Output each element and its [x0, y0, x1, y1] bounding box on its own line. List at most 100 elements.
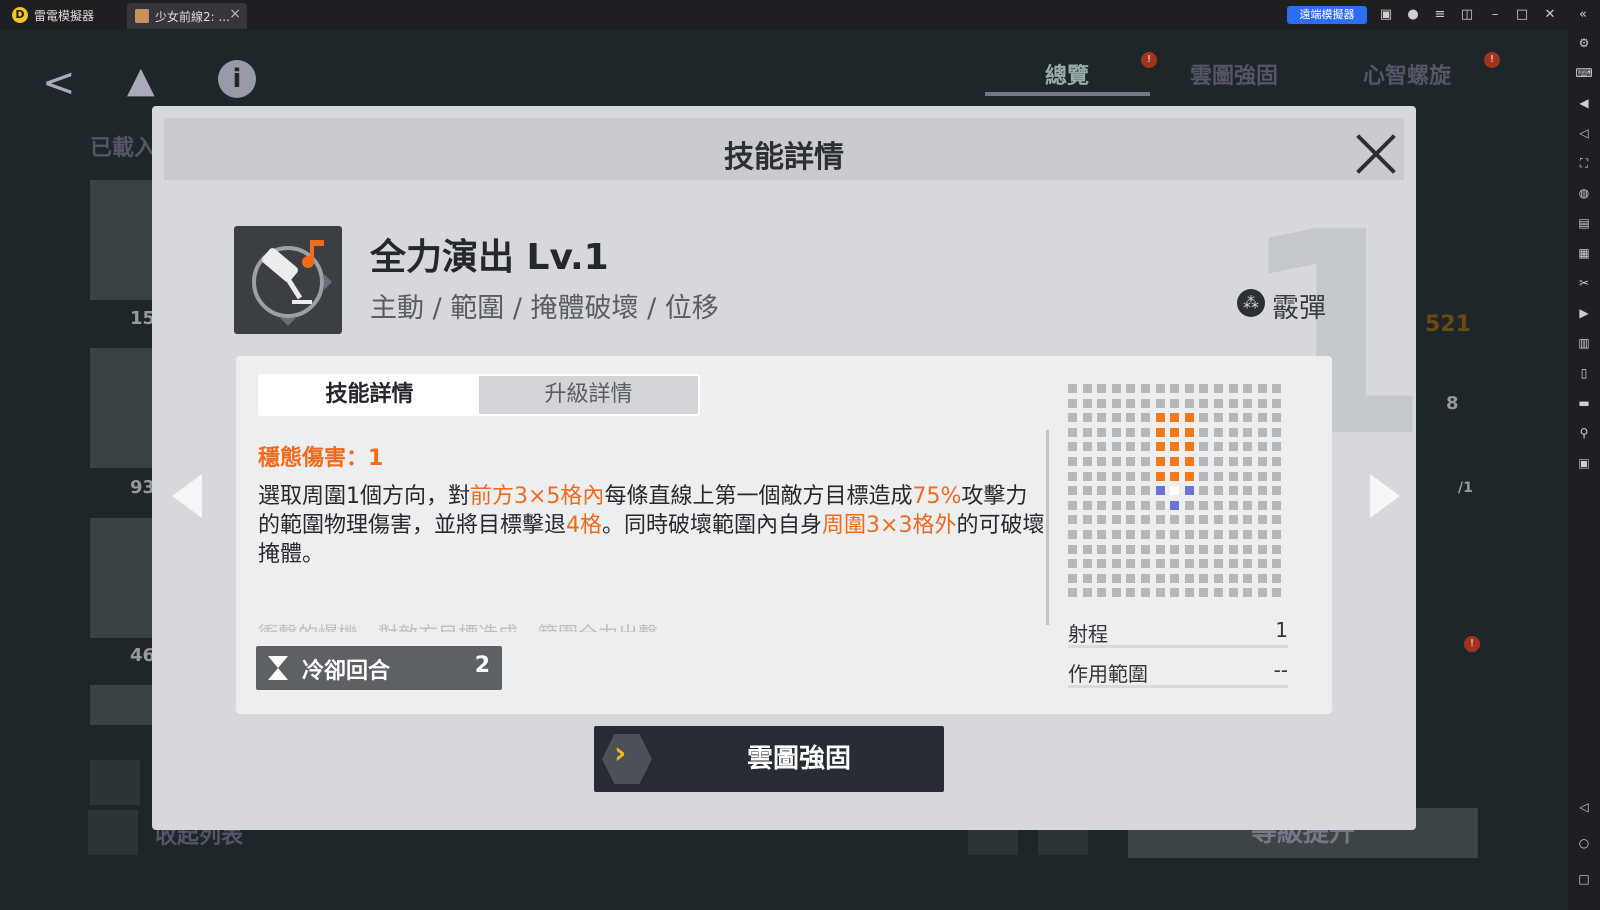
collapse-list-button[interactable]: [88, 810, 138, 855]
remote-emulator-button[interactable]: 遠端模擬器: [1287, 6, 1367, 24]
range-cell: [1111, 427, 1121, 437]
shake-icon[interactable]: ▣: [1575, 454, 1593, 472]
range-cell: [1097, 457, 1107, 466]
minimize-icon[interactable]: –: [1486, 6, 1504, 24]
tab-skill-detail[interactable]: 技能詳情: [260, 376, 479, 414]
range-cell: [1272, 530, 1282, 539]
range-cell-active: [1170, 413, 1180, 423]
range-cell: [1257, 530, 1267, 539]
range-cell: [1228, 530, 1238, 539]
keyboard-icon[interactable]: ⌨: [1575, 64, 1593, 82]
tab-close-button[interactable]: ×: [229, 6, 241, 22]
volume-up-icon[interactable]: ◀: [1575, 94, 1593, 112]
gift-icon[interactable]: ▣: [1377, 6, 1395, 24]
range-cell: [1243, 457, 1253, 466]
range-cell: [1082, 544, 1092, 554]
location-icon[interactable]: ⚲: [1575, 424, 1593, 442]
stat-range-value: 1: [1275, 618, 1288, 642]
range-cell: [1257, 559, 1267, 569]
range-cell: [1243, 500, 1253, 510]
shotgun-ammo-icon: ⁂: [1237, 289, 1265, 317]
range-cell: [1097, 515, 1107, 525]
multi-instance-icon[interactable]: ▯: [1575, 364, 1593, 382]
ammo-type-label: 霰彈: [1272, 293, 1326, 324]
robot-icon[interactable]: ▦: [1575, 244, 1593, 262]
range-cell: [1068, 486, 1077, 496]
close-modal-button[interactable]: [1354, 132, 1398, 176]
range-cell: [1141, 442, 1150, 452]
range-cell: [1155, 530, 1165, 539]
range-cell: [1243, 427, 1253, 437]
restore-icon[interactable]: ◫: [1458, 6, 1476, 24]
volume-down-icon[interactable]: ◁: [1575, 124, 1593, 142]
app-tab[interactable]: 少女前線2: ... ×: [127, 3, 247, 29]
recent-nav-icon[interactable]: □: [1575, 870, 1593, 888]
home-nav-icon[interactable]: ○: [1575, 834, 1593, 852]
range-cell: [1243, 471, 1253, 481]
range-cell: [1111, 442, 1121, 452]
range-cell: [1082, 398, 1092, 408]
range-cell: [1170, 398, 1180, 408]
range-cell: [1170, 588, 1180, 598]
range-cell: [1126, 515, 1136, 525]
previous-skill-arrow[interactable]: [172, 474, 202, 518]
range-cell-self: [1170, 486, 1180, 496]
apk-icon[interactable]: ▤: [1575, 214, 1593, 232]
back-arrow-icon[interactable]: <: [42, 60, 76, 106]
tab-upgrade-detail[interactable]: 升級詳情: [479, 376, 698, 414]
range-cell: [1272, 398, 1282, 408]
cooldown-box: 冷卻回合 2: [256, 646, 502, 690]
range-cell: [1272, 588, 1282, 598]
range-cell: [1272, 500, 1282, 510]
description-scrollbar[interactable]: [1046, 430, 1049, 625]
range-cell: [1257, 588, 1267, 598]
range-cell: [1141, 427, 1150, 437]
cooldown-value: 2: [474, 653, 490, 678]
info-icon[interactable]: i: [218, 60, 256, 98]
neural-upgrade-button[interactable]: › 雲圖強固: [594, 726, 944, 792]
folder-icon[interactable]: ▬: [1575, 394, 1593, 412]
range-cell: [1214, 471, 1223, 481]
range-cell: [1155, 515, 1165, 525]
screenshot-icon[interactable]: ⛶: [1575, 154, 1593, 172]
range-cell: [1141, 588, 1150, 598]
range-cell: [1082, 457, 1092, 466]
shield-value: 8: [1446, 393, 1459, 414]
range-cell: [1170, 559, 1180, 569]
title-bar: D 雷電模擬器 少女前線2: ... × 遠端模擬器 ▣ ● ≡ ◫ – □ ✕…: [0, 0, 1600, 30]
maximize-icon[interactable]: □: [1513, 6, 1531, 24]
range-cell: [1214, 544, 1223, 554]
range-cell: [1272, 413, 1282, 423]
close-icon[interactable]: ✕: [1541, 6, 1559, 24]
menu-icon[interactable]: ≡: [1431, 6, 1449, 24]
range-cell: [1170, 544, 1180, 554]
range-cell: [1097, 471, 1107, 481]
range-cell: [1199, 544, 1209, 554]
range-cell: [1141, 384, 1150, 393]
tab-overview[interactable]: 總覽: [1045, 58, 1089, 90]
record-icon[interactable]: ▶: [1575, 304, 1593, 322]
tab-neural-upgrade[interactable]: 雲圖強固: [1190, 58, 1278, 90]
next-skill-arrow[interactable]: [1370, 474, 1400, 518]
range-cell-active: [1170, 442, 1180, 452]
game-logo-icon[interactable]: ▲: [127, 60, 155, 101]
range-cell-active: [1155, 427, 1165, 437]
collapse-icon[interactable]: «: [1574, 6, 1592, 24]
lock-icon[interactable]: ◍: [1575, 184, 1593, 202]
range-cell: [1272, 544, 1282, 554]
range-cell-marker: [1184, 486, 1194, 496]
settings-icon[interactable]: ⚙: [1575, 34, 1593, 52]
tab-mind-helix[interactable]: 心智螺旋: [1363, 58, 1451, 90]
range-cell: [1184, 573, 1194, 583]
back-nav-icon[interactable]: ◁: [1575, 798, 1593, 816]
cooldown-label: 冷卻回合: [302, 659, 391, 684]
range-cell: [1068, 573, 1077, 583]
range-cell: [1097, 530, 1107, 539]
grid-toggle-button[interactable]: [90, 760, 140, 805]
range-cell: [1155, 559, 1165, 569]
scissors-icon[interactable]: ✂: [1575, 274, 1593, 292]
account-icon[interactable]: ●: [1404, 6, 1422, 24]
range-cell: [1126, 427, 1136, 437]
range-cell: [1155, 588, 1165, 598]
operation-icon[interactable]: ▥: [1575, 334, 1593, 352]
